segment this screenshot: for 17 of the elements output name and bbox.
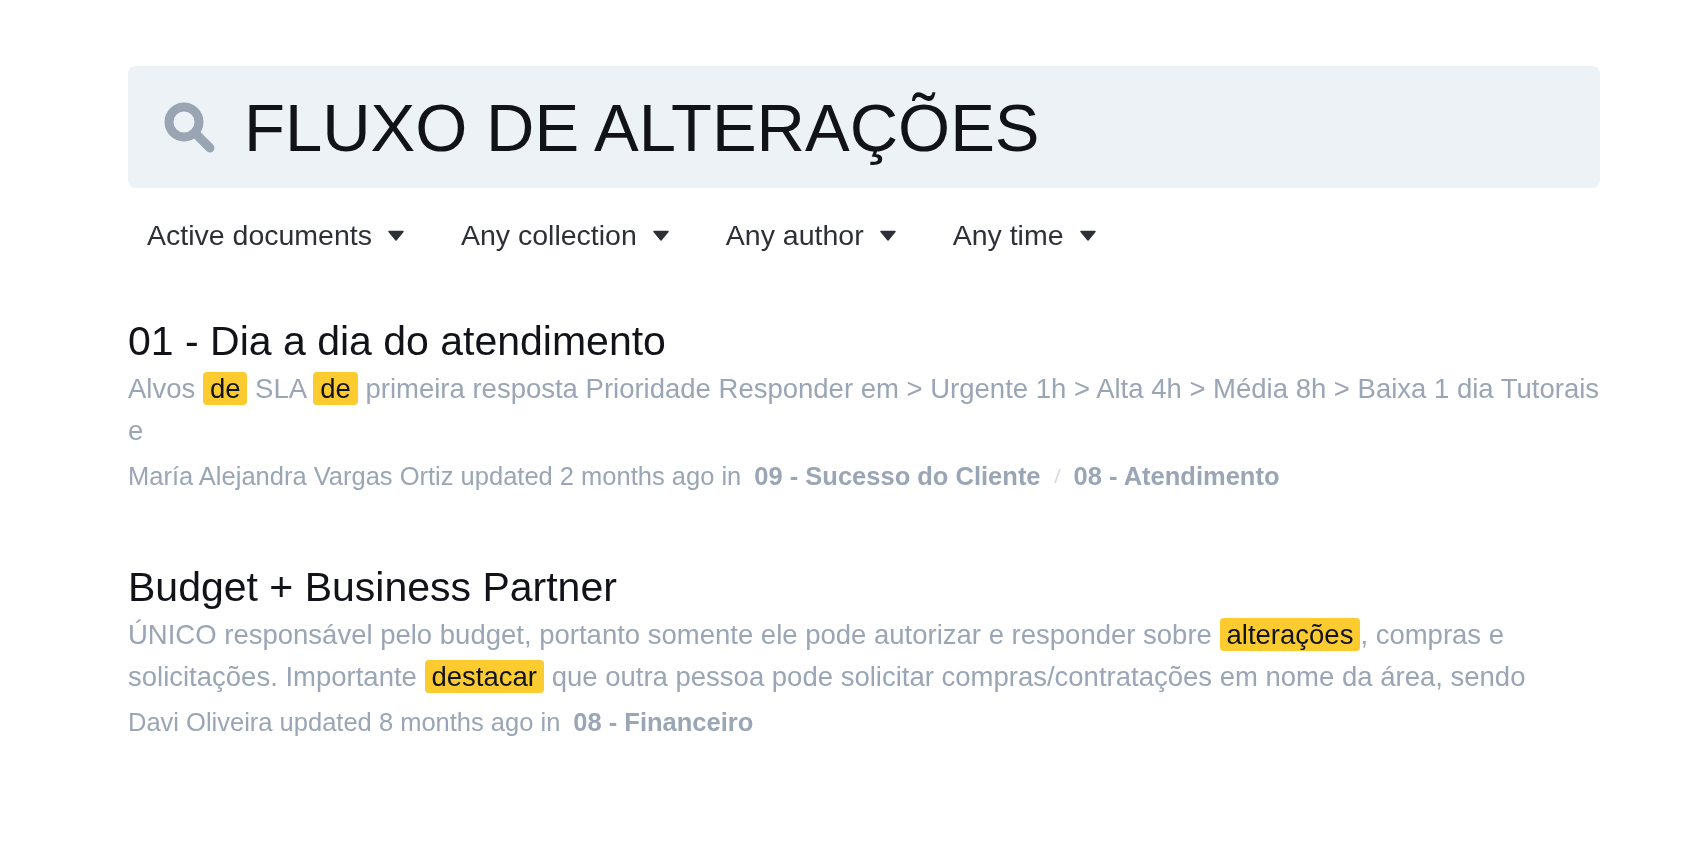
search-field[interactable]: FLUXO DE ALTERAÇÕES (128, 66, 1600, 188)
result-snippet: Alvos de SLA de primeira resposta Prioridade Responder em > Urgente 1h > Alta 4h > Média 8h > Baixa 1 dia Tutorais e (128, 371, 1600, 448)
search-icon (162, 100, 216, 154)
caret-icon (879, 229, 896, 241)
filter-dropdown[interactable]: Any collection (441, 211, 688, 259)
result-snippet: ÚNICO responsável pelo budget, portanto somente ele pode autorizar e responder sobre alterações , compras e solicitações. Importante destacar que outra pessoa pode solicitar compras/contratações em nome da área, sendo (128, 617, 1527, 695)
filter-dropdown[interactable]: Active documents (128, 211, 423, 259)
caret-icon (1079, 229, 1096, 241)
result-title-link[interactable]: Budget + Business Partner (128, 563, 617, 611)
result-title-link[interactable]: 01 - Dia a dia do atendimento (128, 317, 666, 365)
filter-dropdown[interactable]: Any author (706, 211, 915, 259)
updated-info-text: María Alejandra Vargas Ortiz updated 2 months ago in (128, 461, 742, 492)
slash-icon (1053, 468, 1061, 484)
caret-icon (387, 229, 404, 241)
updated-info-text: Davi Oliveira updated 8 months ago in (128, 707, 561, 738)
caret-icon (652, 229, 669, 241)
filter-dropdown[interactable]: Any time (933, 211, 1115, 259)
